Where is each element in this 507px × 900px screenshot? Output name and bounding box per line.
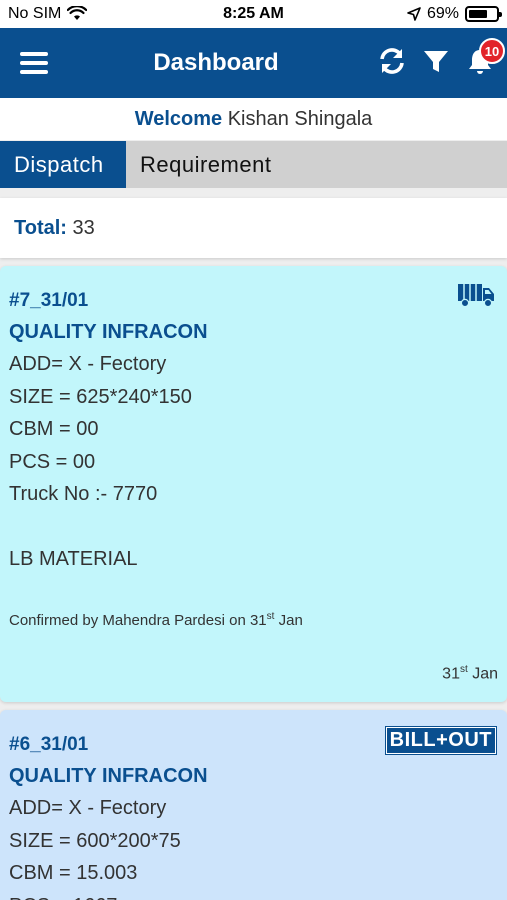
card-date: 31st Jan xyxy=(442,664,498,683)
dispatch-card[interactable]: BILL+OUT #6_31/01 QUALITY INFRACON ADD= … xyxy=(0,710,507,900)
tab-dispatch[interactable]: Dispatch xyxy=(0,141,126,188)
location-arrow-icon xyxy=(407,7,421,21)
confirmation-text: Confirmed by Mahendra Pardesi on 31st Ja… xyxy=(9,611,303,629)
app-bar: Dashboard 10 xyxy=(0,28,507,98)
cbm-line: CBM = 00 xyxy=(9,418,99,440)
status-right: 69% xyxy=(407,5,502,23)
company-name: QUALITY INFRACON xyxy=(9,321,208,343)
dispatch-card[interactable]: #7_31/01 QUALITY INFRACON ADD= X - Fecto… xyxy=(0,266,507,702)
total-value: 33 xyxy=(72,217,95,239)
pcs-line: PCS = 00 xyxy=(9,450,96,473)
size-line: SIZE = 600*200*75 xyxy=(9,829,181,852)
battery-percent: 69% xyxy=(426,5,459,22)
truck-number-line: Truck No :- 7770 xyxy=(9,483,158,505)
address-line: ADD= X - Fectory xyxy=(9,797,167,819)
company-name: QUALITY INFRACON xyxy=(9,765,208,787)
refresh-icon[interactable] xyxy=(377,46,407,76)
welcome-label: Welcome xyxy=(134,108,223,130)
status-bar: No SIM 8:25 AM 69% xyxy=(0,0,507,28)
size-line: SIZE = 625*240*150 xyxy=(9,385,192,408)
user-name: Kishan Shingala xyxy=(227,108,373,130)
battery-fill xyxy=(469,10,487,18)
dispatch-code: #7_31/01 xyxy=(9,290,89,311)
filter-icon[interactable] xyxy=(421,46,451,76)
tab-requirement[interactable]: Requirement xyxy=(126,141,285,188)
material-line: LB MATERIAL xyxy=(9,548,138,570)
page-title: Dashboard xyxy=(153,49,279,76)
cbm-line: CBM = 15.003 xyxy=(9,862,138,884)
truck-icon xyxy=(458,284,494,308)
notifications-bell[interactable]: 10 xyxy=(465,38,505,76)
pcs-line: PCS = 1667 xyxy=(9,890,498,900)
tab-bar: Dispatch Requirement xyxy=(0,141,507,188)
welcome-banner: Welcome Kishan Shingala xyxy=(0,98,507,140)
total-label: Total: xyxy=(14,217,67,239)
bill-out-badge: BILL+OUT xyxy=(384,726,498,755)
address-line: ADD= X - Fectory xyxy=(9,353,167,375)
total-summary: Total: 33 xyxy=(0,198,507,258)
notification-count-badge: 10 xyxy=(479,38,505,64)
battery-icon xyxy=(465,6,502,22)
appbar-actions: 10 xyxy=(377,38,505,76)
